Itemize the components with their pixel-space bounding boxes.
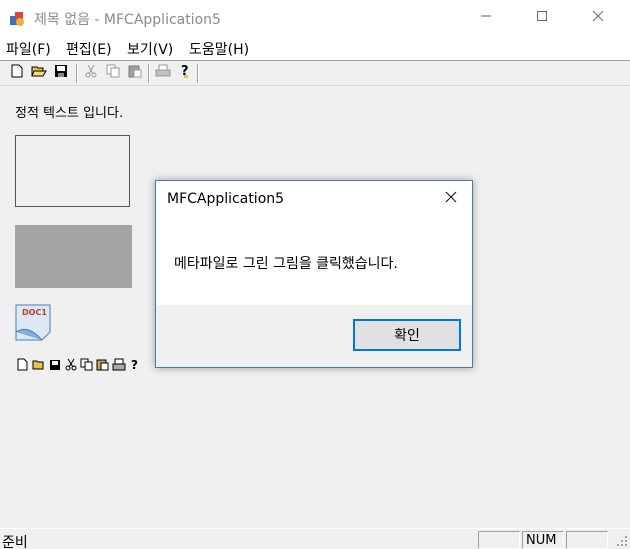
menu-view[interactable]: 보기(V) (127, 39, 173, 59)
paste-icon (128, 64, 142, 82)
maximize-icon (536, 10, 548, 26)
status-text: 준비 (2, 535, 28, 549)
save-icon (54, 64, 68, 82)
toolbar-separator (76, 64, 78, 83)
open-icon (31, 357, 46, 372)
toolbar-separator (197, 64, 199, 83)
new-icon (10, 64, 24, 82)
open-icon (31, 64, 47, 82)
help-button[interactable]: ? (176, 64, 194, 82)
minimize-icon (480, 10, 492, 26)
toolbar-separator (148, 64, 150, 83)
caps-pane (478, 531, 520, 549)
menu-file[interactable]: 파일(F) (6, 39, 51, 59)
message-box: MFCApplication5 메타파일로 그린 그림을 클릭했습니다. 확인 (155, 180, 473, 368)
save-icon (47, 357, 62, 372)
metafile-document-icon[interactable]: DOC1 (14, 302, 54, 342)
metafile-label: DOC1 (22, 308, 47, 317)
cut-icon (63, 357, 78, 372)
close-icon (592, 10, 604, 26)
dialog-close-button[interactable] (438, 187, 464, 211)
title-bar[interactable]: 제목 없음 - MFCApplication5 (0, 0, 630, 36)
close-button[interactable] (570, 0, 626, 36)
status-bar: 준비 NUM (0, 528, 630, 549)
maximize-button[interactable] (514, 0, 570, 36)
print-icon (155, 64, 171, 82)
open-button[interactable] (30, 64, 48, 82)
help-icon: ? (178, 63, 192, 83)
paste-icon (95, 357, 110, 372)
menu-bar: 파일(F) 편집(E) 보기(V) 도움말(H) (0, 36, 630, 60)
num-pane: NUM (522, 531, 564, 549)
ok-button[interactable]: 확인 (353, 319, 461, 351)
copy-icon (79, 357, 94, 372)
copy-button[interactable] (104, 64, 122, 82)
new-icon (15, 357, 30, 372)
dialog-title: MFCApplication5 (167, 191, 285, 207)
print-icon (111, 357, 126, 372)
paste-button[interactable] (126, 64, 144, 82)
static-text: 정적 텍스트 입니다. (15, 106, 124, 121)
new-button[interactable] (8, 64, 26, 82)
copy-icon (106, 64, 120, 82)
app-icon (8, 9, 26, 27)
print-button[interactable] (154, 64, 172, 82)
save-button[interactable] (52, 64, 70, 82)
cut-icon (84, 64, 98, 82)
minimize-button[interactable] (458, 0, 514, 36)
toolbar: ? (0, 60, 630, 86)
close-icon (445, 191, 457, 207)
window-title: 제목 없음 - MFCApplication5 (34, 12, 221, 28)
scroll-pane (566, 531, 608, 549)
num-indicator: NUM (526, 533, 557, 548)
help-icon: ? (127, 357, 142, 372)
gray-rectangle (15, 225, 132, 288)
metafile-toolbar-image[interactable]: ? (15, 357, 142, 373)
resize-grip-icon[interactable] (616, 535, 628, 547)
svg-text:?: ? (131, 358, 138, 372)
menu-edit[interactable]: 편집(E) (66, 39, 112, 59)
frame-rectangle (15, 135, 130, 207)
menu-help[interactable]: 도움말(H) (189, 39, 249, 59)
cut-button[interactable] (82, 64, 100, 82)
dialog-message: 메타파일로 그린 그림을 클릭했습니다. (174, 256, 398, 272)
dialog-footer: 확인 (156, 305, 472, 367)
